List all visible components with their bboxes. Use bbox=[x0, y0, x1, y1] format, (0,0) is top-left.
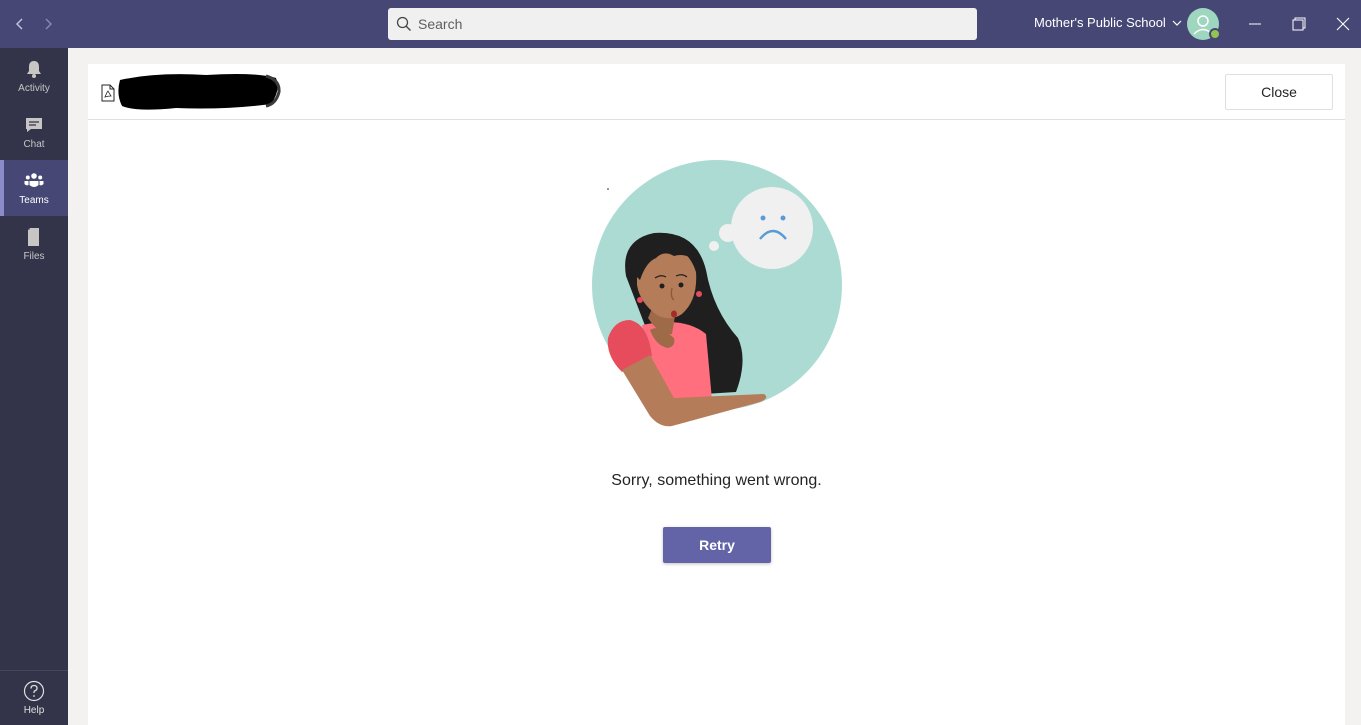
retry-button[interactable]: Retry bbox=[663, 527, 771, 563]
minimize-button[interactable] bbox=[1241, 10, 1269, 38]
presence-available-badge bbox=[1209, 28, 1221, 40]
app-bar-item-activity[interactable]: Activity bbox=[0, 48, 68, 104]
file-icon bbox=[28, 227, 39, 246]
forward-button[interactable] bbox=[38, 14, 58, 34]
error-illustration bbox=[592, 160, 842, 427]
app-bar-item-teams[interactable]: Teams bbox=[0, 160, 68, 216]
help-icon bbox=[23, 680, 45, 702]
chevron-down-icon bbox=[1172, 20, 1182, 26]
restore-button[interactable] bbox=[1285, 10, 1313, 38]
app-bar-item-files[interactable]: Files bbox=[0, 216, 68, 272]
file-viewer-panel: Close Sorry, something went wrong. Retry bbox=[88, 64, 1345, 725]
close-icon bbox=[1336, 17, 1350, 31]
org-switcher[interactable]: Mother's Public School bbox=[1034, 15, 1182, 30]
close-window-button[interactable] bbox=[1329, 10, 1357, 38]
org-name: Mother's Public School bbox=[1034, 15, 1166, 30]
search-icon bbox=[396, 16, 411, 31]
app-bar: Activity Chat Teams Files Help bbox=[0, 48, 68, 725]
back-button[interactable] bbox=[10, 14, 30, 34]
app-bar-item-chat[interactable]: Chat bbox=[0, 104, 68, 160]
app-bar-label: Teams bbox=[19, 194, 49, 206]
app-bar-label: Files bbox=[23, 250, 45, 262]
bell-icon bbox=[27, 60, 41, 78]
app-bar-label: Chat bbox=[23, 138, 45, 150]
chat-icon bbox=[26, 117, 42, 132]
redacted-file-name bbox=[118, 74, 281, 110]
error-message: Sorry, something went wrong. bbox=[611, 472, 822, 489]
teams-icon bbox=[24, 172, 44, 187]
chevron-left-icon bbox=[16, 18, 23, 30]
search-bar[interactable] bbox=[388, 8, 977, 40]
pdf-file-icon bbox=[101, 84, 115, 102]
file-viewer-header: Close bbox=[88, 64, 1345, 120]
help-label: Help bbox=[23, 705, 45, 716]
app-bar-label: Activity bbox=[18, 82, 50, 94]
minimize-icon bbox=[1249, 23, 1261, 25]
search-input[interactable] bbox=[418, 16, 958, 32]
restore-icon bbox=[1292, 17, 1306, 31]
close-button[interactable]: Close bbox=[1225, 74, 1333, 110]
help-button[interactable]: Help bbox=[0, 670, 68, 725]
chevron-right-icon bbox=[45, 18, 52, 30]
title-bar: Mother's Public School bbox=[0, 0, 1361, 48]
